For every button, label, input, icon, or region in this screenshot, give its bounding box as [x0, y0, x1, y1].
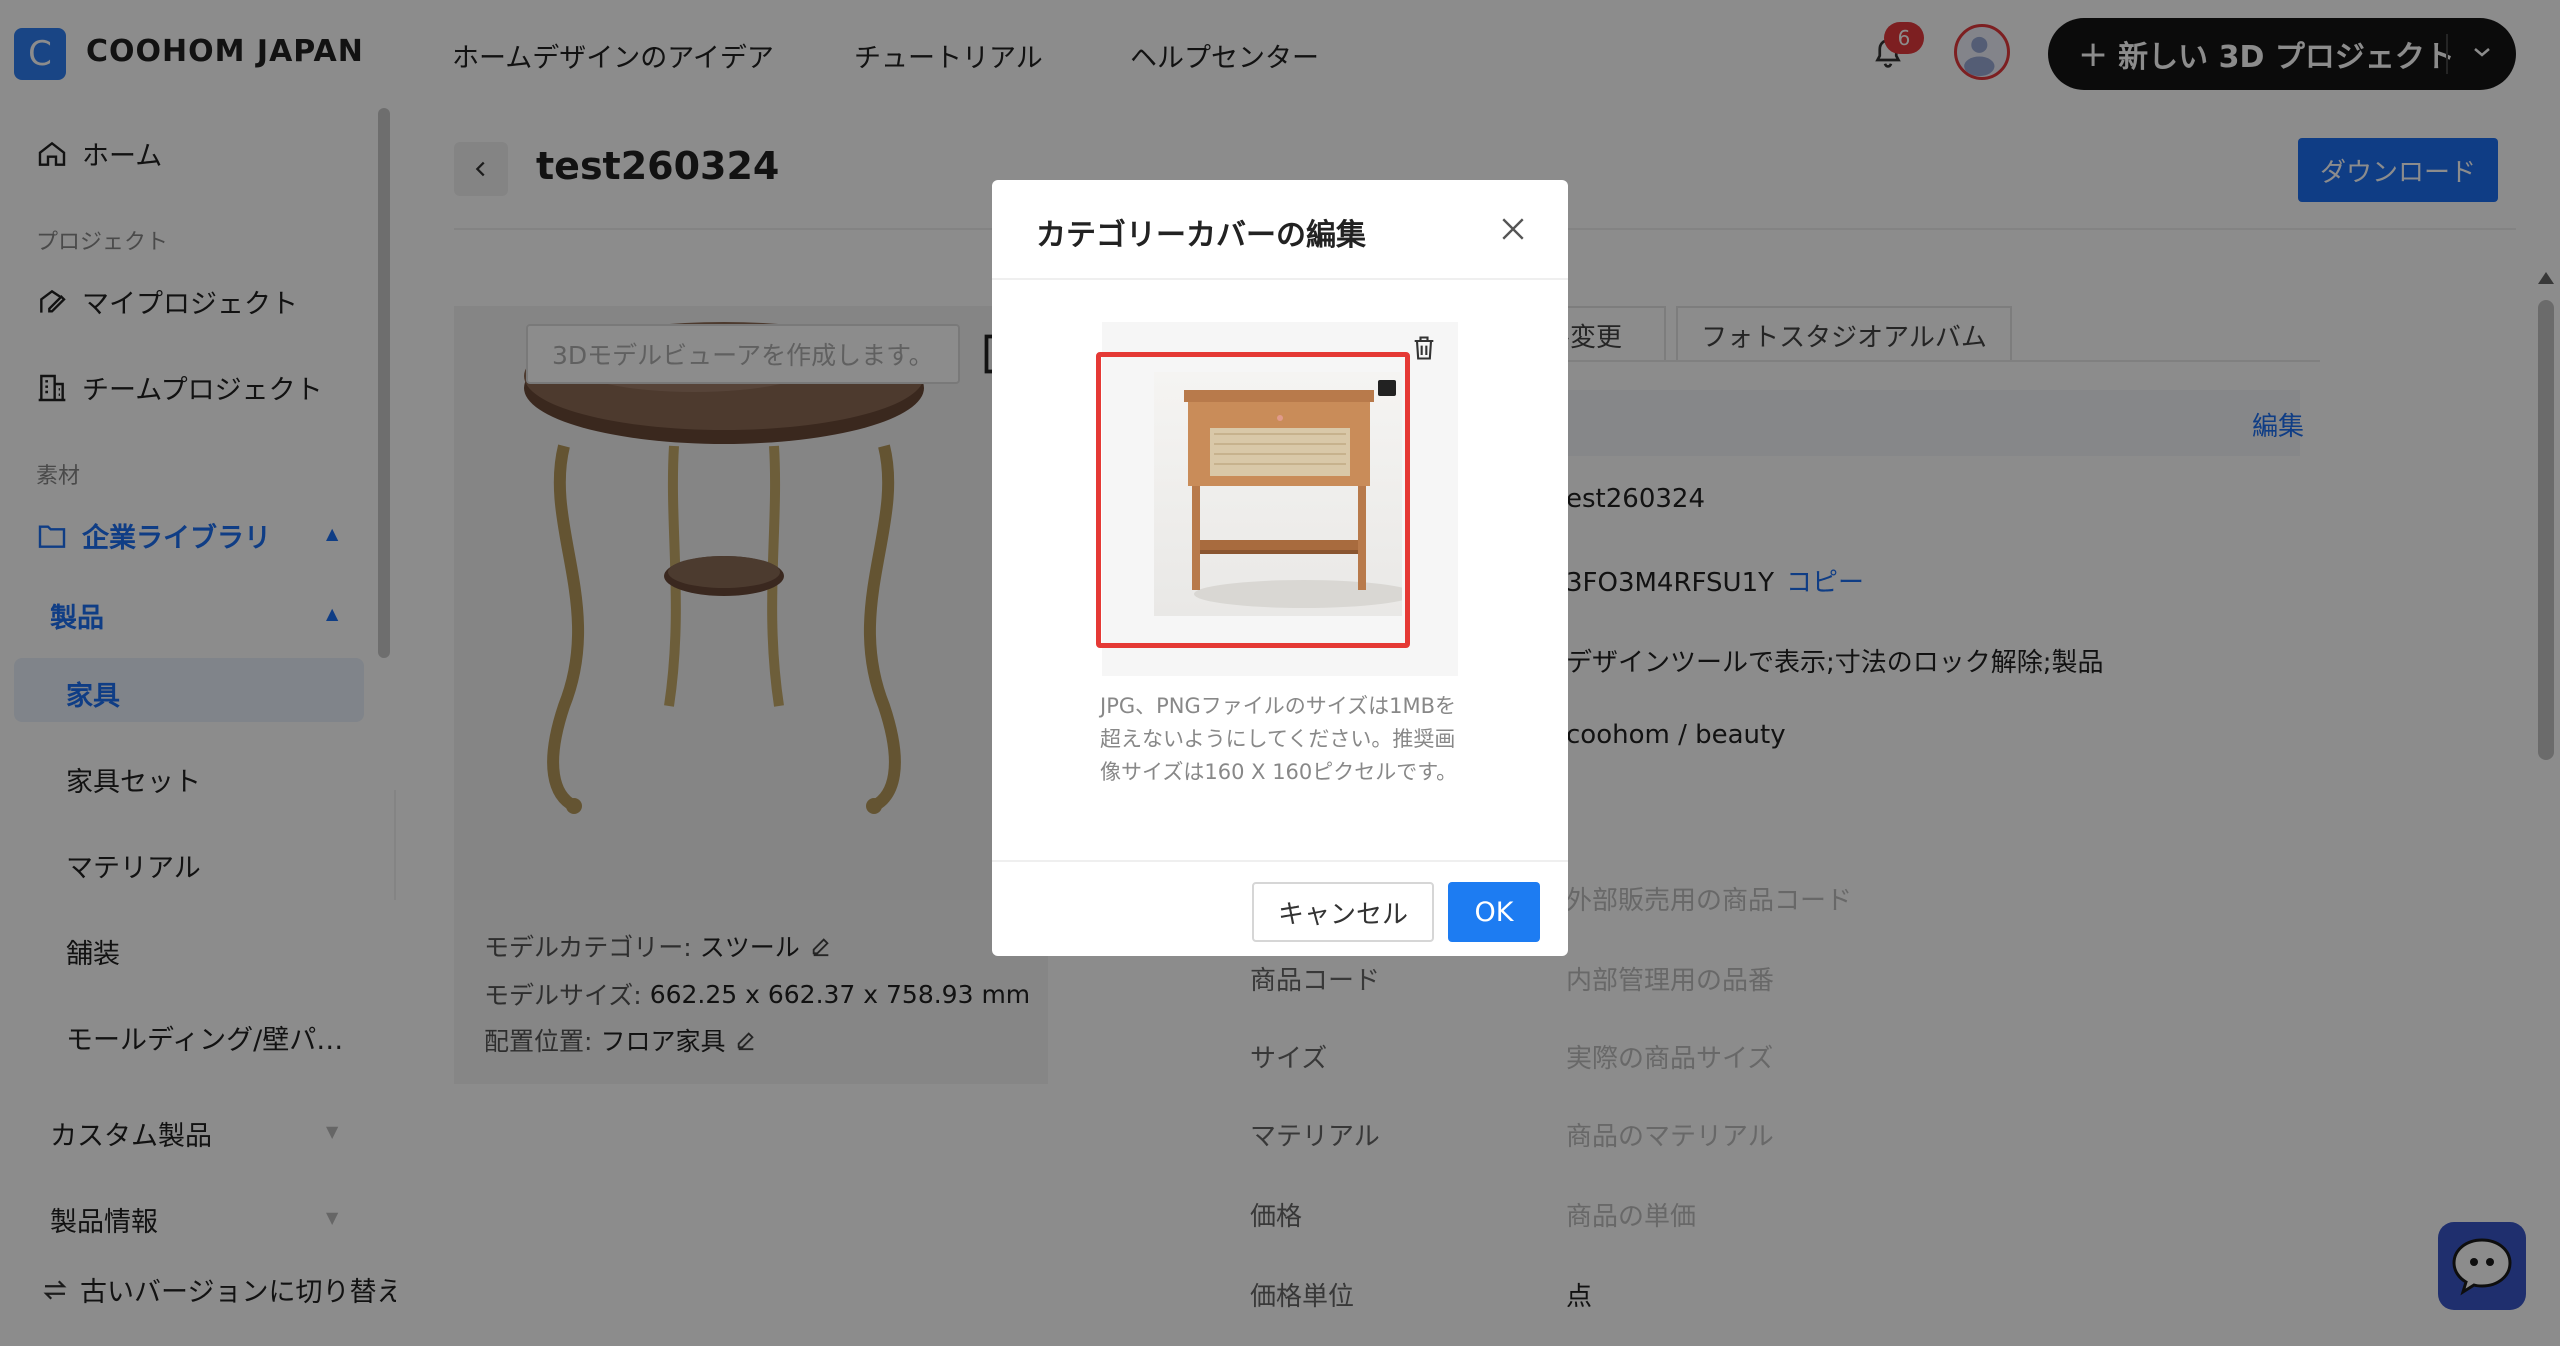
ok-button[interactable]: OK: [1448, 882, 1540, 942]
upload-hint-text: JPG、PNGファイルのサイズは1MBを超えないようにしてください。推奨画像サイ…: [1100, 694, 1458, 784]
dialog-header-divider: [992, 278, 1568, 280]
dialog-footer-divider: [992, 860, 1568, 862]
close-icon[interactable]: [1500, 216, 1526, 242]
edit-category-cover-dialog: カテゴリーカバーの編集 JPG、PNGファイルのサイズは1MBを超えないようにし…: [992, 180, 1568, 956]
cover-selection-highlight: [1096, 352, 1410, 648]
cancel-button[interactable]: キャンセル: [1252, 882, 1434, 942]
trash-icon[interactable]: [1410, 334, 1438, 362]
dialog-title: カテゴリーカバーの編集: [1036, 218, 1366, 253]
